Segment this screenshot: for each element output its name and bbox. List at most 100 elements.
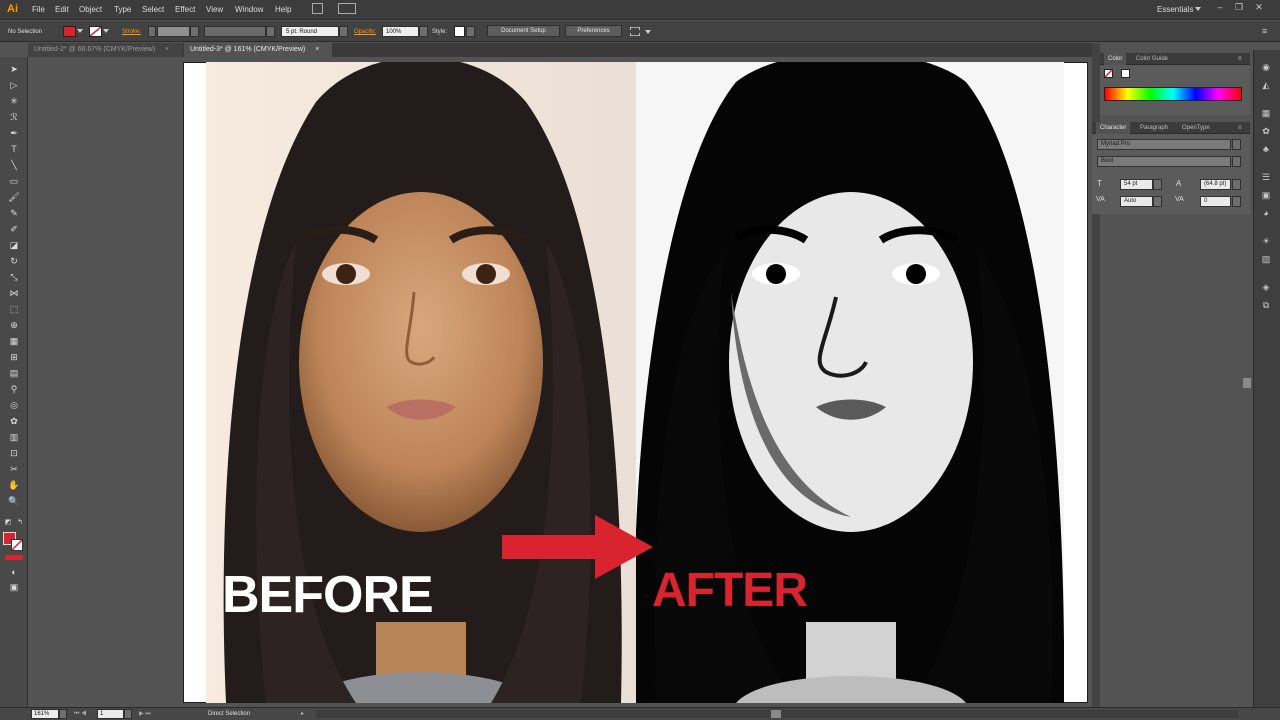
color-white-swatch[interactable] <box>1121 69 1130 78</box>
zoom-dropdown[interactable] <box>59 709 67 719</box>
tracking-dropdown[interactable] <box>1232 196 1241 207</box>
leading-field[interactable]: (64.8 pt) <box>1200 179 1231 190</box>
selection-tool-icon[interactable]: ➤ <box>7 62 21 76</box>
hand-tool-icon[interactable]: ✋ <box>7 478 21 492</box>
menu-type[interactable]: Type <box>114 3 131 17</box>
tab-character[interactable]: Character <box>1096 122 1131 134</box>
gradient-tool-icon[interactable]: ▤ <box>7 366 21 380</box>
type-tool-icon[interactable]: T <box>7 142 21 156</box>
magic-wand-tool-icon[interactable]: ✳ <box>7 94 21 108</box>
document-setup-button[interactable]: Document Setup <box>487 25 560 37</box>
bridge-icon[interactable] <box>312 3 323 14</box>
status-menu-arrow-icon[interactable]: ▸ <box>301 709 304 720</box>
brush-definition-field[interactable]: 5 pt. Round <box>281 26 339 37</box>
color-fill-icon[interactable] <box>1104 69 1113 78</box>
perspective-grid-tool-icon[interactable]: ▦ <box>7 334 21 348</box>
leading-dropdown[interactable] <box>1232 179 1241 190</box>
first-artboard-icon[interactable]: ⏮ ◀ <box>74 709 86 720</box>
font-style-dropdown[interactable] <box>1232 156 1241 167</box>
tab-untitled-2[interactable]: Untitled-2* @ 66.67% (CMYK/Preview) × <box>28 43 183 57</box>
screen-mode-icon[interactable]: ▣ <box>7 580 21 594</box>
tracking-field[interactable]: 0 <box>1200 196 1231 207</box>
lasso-tool-icon[interactable]: ℛ <box>7 110 21 124</box>
appearance-panel-icon[interactable]: ☀ <box>1258 234 1274 248</box>
stroke-weight-field[interactable] <box>157 26 190 37</box>
gradient-icon[interactable]: ▣ <box>1258 188 1274 202</box>
paintbrush-tool-icon[interactable]: 🖌 <box>7 190 21 204</box>
graphic-style-swatch[interactable] <box>454 26 465 37</box>
layers-icon[interactable]: ◈ <box>1258 280 1274 294</box>
control-panel-menu-icon[interactable]: ≡ <box>1262 26 1272 36</box>
menu-file[interactable]: File <box>32 3 45 17</box>
restore-icon[interactable]: ❐ <box>1231 1 1247 13</box>
swatches-icon[interactable]: ▦ <box>1258 106 1274 120</box>
artboard-dropdown[interactable] <box>124 709 132 719</box>
opacity-label[interactable]: Opacity: <box>354 27 376 38</box>
vertical-scrollbar-thumb[interactable] <box>1243 378 1251 388</box>
variable-width-profile[interactable] <box>204 26 266 37</box>
tab-color[interactable]: Color <box>1104 53 1127 65</box>
font-style-select[interactable]: Bold <box>1097 156 1231 167</box>
before-text[interactable]: BEFORE <box>222 566 434 624</box>
artboard-number-field[interactable]: 1 <box>97 709 124 719</box>
tab-opentype[interactable]: OpenType <box>1182 122 1210 134</box>
draw-mode-icon[interactable]: ◐ <box>7 565 21 579</box>
menu-effect[interactable]: Effect <box>175 3 195 17</box>
opacity-field[interactable]: 100% <box>382 26 419 37</box>
workspace-switcher[interactable]: Essentials <box>1157 3 1193 17</box>
graphic-styles-icon[interactable]: ▨ <box>1258 252 1274 266</box>
color-mode-icon[interactable] <box>5 555 23 560</box>
line-segment-tool-icon[interactable]: ╲ <box>7 158 21 172</box>
blob-brush-tool-icon[interactable]: ✐ <box>7 222 21 236</box>
pen-tool-icon[interactable]: ✒ <box>7 126 21 140</box>
default-colors-icon[interactable]: ◩ <box>3 518 13 528</box>
rotate-tool-icon[interactable]: ↻ <box>7 254 21 268</box>
column-graph-tool-icon[interactable]: ▥ <box>7 430 21 444</box>
transparency-icon[interactable]: ◕ <box>1258 206 1274 220</box>
appearance-icon[interactable]: ◉ <box>1258 60 1274 74</box>
rectangle-tool-icon[interactable]: ▭ <box>7 174 21 188</box>
arrange-documents-icon[interactable] <box>338 3 356 14</box>
direct-selection-tool-icon[interactable]: ▷ <box>7 78 21 92</box>
red-arrow[interactable] <box>500 515 656 581</box>
next-artboard-icon[interactable]: ▶ ⏭ <box>139 709 151 720</box>
menu-object[interactable]: Object <box>79 3 102 17</box>
pencil-tool-icon[interactable]: ✎ <box>7 206 21 220</box>
stroke-label[interactable]: Stroke: <box>122 27 141 38</box>
blend-tool-icon[interactable]: ◎ <box>7 398 21 412</box>
tab-paragraph[interactable]: Paragraph <box>1140 122 1168 134</box>
style-dropdown[interactable] <box>466 26 475 37</box>
preferences-button[interactable]: Preferences <box>565 25 622 37</box>
color-panel-menu-icon[interactable]: ≡ <box>1238 53 1242 65</box>
tab-untitled-3[interactable]: Untitled-3* @ 161% (CMYK/Preview) × <box>184 43 332 57</box>
after-text[interactable]: AFTER <box>652 562 808 620</box>
swap-colors-icon[interactable]: ↰ <box>15 518 25 528</box>
menu-edit[interactable]: Edit <box>55 3 69 17</box>
horizontal-scrollbar-thumb[interactable] <box>771 710 781 718</box>
workspace-chevron-down-icon[interactable] <box>1195 7 1201 11</box>
zoom-field[interactable]: 161% <box>31 709 59 719</box>
tab-color-guide[interactable]: Color Guide <box>1136 53 1168 65</box>
eyedropper-tool-icon[interactable]: ⚲ <box>7 382 21 396</box>
zoom-tool-icon[interactable]: 🔍 <box>7 494 21 508</box>
brushes-icon[interactable]: ◭ <box>1258 78 1274 92</box>
variable-width-dropdown[interactable] <box>266 26 275 37</box>
color-spectrum[interactable] <box>1104 87 1242 101</box>
stroke-weight-stepper[interactable] <box>148 26 156 37</box>
stroke-chevron-down-icon[interactable] <box>103 29 109 33</box>
symbols-icon[interactable]: ♣ <box>1258 142 1274 156</box>
font-family-dropdown[interactable] <box>1232 139 1241 150</box>
eraser-tool-icon[interactable]: ◪ <box>7 238 21 252</box>
symbol-sprayer-tool-icon[interactable]: ✿ <box>7 414 21 428</box>
menu-help[interactable]: Help <box>275 3 291 17</box>
stroke-icon[interactable]: ☰ <box>1258 170 1274 184</box>
opacity-dropdown[interactable] <box>419 26 428 37</box>
minimize-icon[interactable]: – <box>1212 1 1228 13</box>
tab-close-icon[interactable]: × <box>315 46 319 53</box>
stroke-weight-dropdown[interactable] <box>190 26 199 37</box>
stroke-swatch[interactable] <box>89 26 102 37</box>
fill-swatch[interactable] <box>63 26 76 37</box>
scale-tool-icon[interactable]: ⤡ <box>7 270 21 284</box>
character-panel-menu-icon[interactable]: ≡ <box>1238 122 1242 134</box>
arrange-icon[interactable] <box>630 27 640 36</box>
